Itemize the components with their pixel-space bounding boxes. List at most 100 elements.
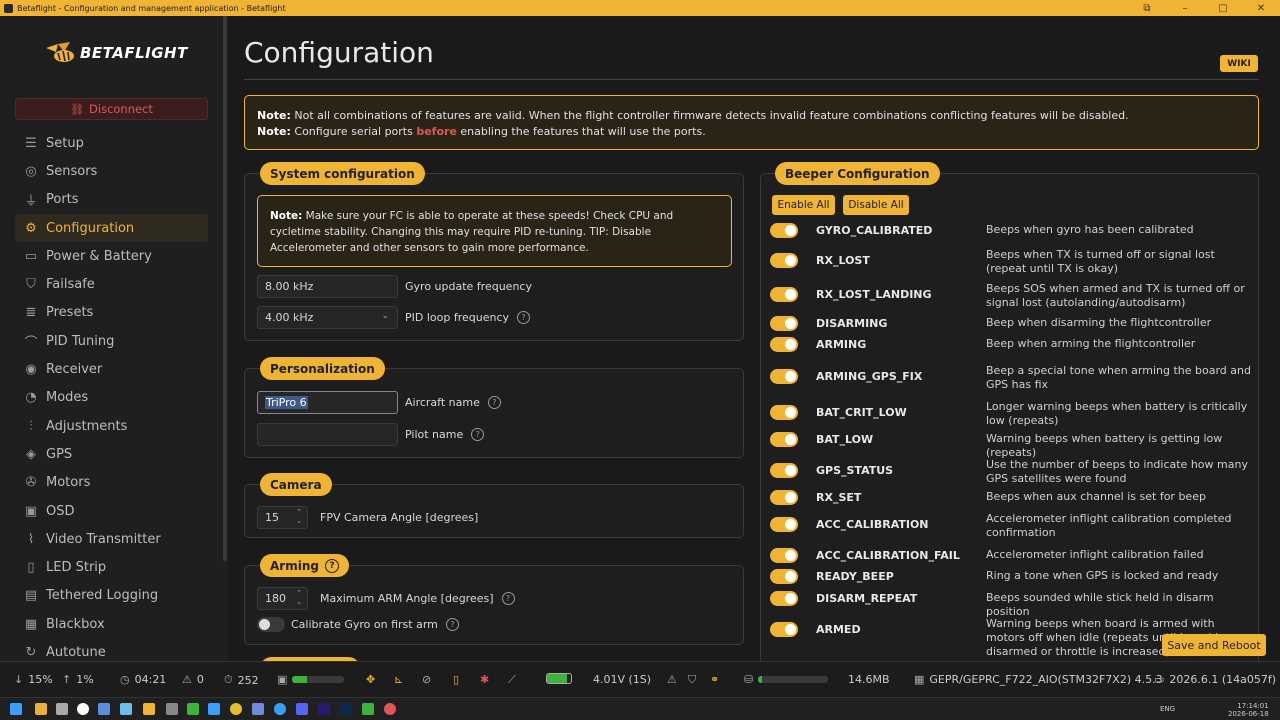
beeper-toggle[interactable] <box>770 569 798 584</box>
disable-all-button[interactable]: Disable All <box>843 195 909 215</box>
sidebar-item-led-strip[interactable]: ▯ LED Strip <box>15 553 208 581</box>
beeper-toggle[interactable] <box>770 287 798 302</box>
beeper-toggle[interactable] <box>770 316 798 331</box>
sidebar-item-presets[interactable]: ≣ Presets <box>15 299 208 327</box>
clock[interactable]: 17:14:01 2026-06-18 <box>1228 702 1269 718</box>
warning-icon: ⚠ <box>182 673 192 686</box>
sidebar-item-setup[interactable]: ☰ Setup <box>15 129 208 157</box>
beeper-toggle[interactable] <box>770 432 798 447</box>
adjustments-icon: ⫶ <box>29 418 33 434</box>
beeper-toggle[interactable] <box>770 622 798 637</box>
sidebar-scrollbar[interactable] <box>223 16 227 561</box>
os-taskbar: ENG 17:14:01 2026-06-18 <box>0 697 1280 720</box>
note-text: Not all combinations of features are val… <box>290 109 1129 122</box>
max-arm-angle-stepper[interactable]: 180 ⌃ ⌄ <box>257 587 308 610</box>
save-and-reboot-button[interactable]: Save and Reboot <box>1162 634 1266 656</box>
explorer-icon[interactable] <box>35 703 47 715</box>
sidebar-item-configuration[interactable]: ⚙ Configuration <box>15 213 208 243</box>
motor-icon: ✇ <box>25 475 37 491</box>
spinner-arrows-icon[interactable]: ⌃ ⌄ <box>296 508 302 526</box>
sidebar-item-osd[interactable]: ▣ OSD <box>15 497 208 525</box>
beeper-toggle[interactable] <box>770 463 798 478</box>
sidebar-item-sensors[interactable]: ◎ Sensors <box>15 157 208 185</box>
beeper-toggle[interactable] <box>770 253 798 268</box>
disconnect-button[interactable]: ⛓ Disconnect <box>15 98 208 120</box>
app-icon[interactable] <box>296 703 308 715</box>
logo-text: BETAFLIGHT <box>80 44 188 62</box>
help-icon[interactable]: ? <box>501 592 515 605</box>
beeper-toggle[interactable] <box>770 591 798 606</box>
app-icon[interactable] <box>208 703 220 715</box>
app-icon[interactable] <box>362 703 374 715</box>
beeper-toggle[interactable] <box>770 405 798 420</box>
logo: BETAFLIGHT <box>44 40 188 66</box>
app-icon[interactable] <box>120 703 132 715</box>
beeper-toggle[interactable] <box>770 548 798 563</box>
system-config-heading: System configuration <box>260 162 425 185</box>
arming-heading-text: Arming <box>270 558 319 573</box>
aircraft-name-label-text: Aircraft name <box>405 396 480 409</box>
sidebar-item-power-battery[interactable]: ▭ Power & Battery <box>15 242 208 270</box>
minimize-button[interactable]: – <box>1166 3 1204 14</box>
help-icon[interactable]: ? <box>517 311 531 324</box>
app-icon[interactable] <box>252 703 264 715</box>
spinner-arrows-icon[interactable]: ⌃ ⌄ <box>296 589 302 607</box>
app-icon[interactable] <box>77 703 89 715</box>
title-divider <box>244 79 1259 80</box>
calibrate-gyro-toggle[interactable] <box>257 617 285 632</box>
sidebar-item-receiver[interactable]: ◉ Receiver <box>15 355 208 383</box>
sidebar-item-ports[interactable]: ⏚ Ports <box>15 186 208 214</box>
max-arm-angle-label: Maximum ARM Angle [degrees]? <box>320 592 515 605</box>
enable-all-button[interactable]: Enable All <box>772 195 835 215</box>
sidebar-item-failsafe[interactable]: ⛉ Failsafe <box>15 270 208 298</box>
sidebar-item-autotune[interactable]: ↻ Autotune <box>15 638 208 661</box>
beeper-toggle[interactable] <box>770 517 798 532</box>
help-icon[interactable]: ? <box>487 396 501 409</box>
app-icon[interactable] <box>187 703 199 715</box>
chrome-icon[interactable] <box>230 703 242 715</box>
beeper-toggle[interactable] <box>770 369 798 384</box>
beeper-toggle[interactable] <box>770 490 798 505</box>
help-icon[interactable]: ? <box>471 428 485 441</box>
sidebar-item-tethered-logging[interactable]: ▤ Tethered Logging <box>15 582 208 610</box>
language-indicator[interactable]: ENG <box>1160 705 1175 713</box>
help-icon[interactable]: ? <box>445 618 459 631</box>
aircraft-name-input[interactable]: TriPro 6 <box>257 391 398 414</box>
firmware-value: GEPR/GEPRC_F722_AIO(STM32F7X2) 4.5.3 <box>929 673 1163 686</box>
app-icon[interactable] <box>56 703 68 715</box>
sidebar-item-motors[interactable]: ✇ Motors <box>15 469 208 497</box>
extension-button[interactable]: ⧉ <box>1128 3 1166 14</box>
premiere-icon[interactable] <box>318 703 330 715</box>
close-button[interactable]: ✕ <box>1242 3 1280 14</box>
photoshop-icon[interactable] <box>340 703 352 715</box>
sidebar-item-modes[interactable]: ◔ Modes <box>15 384 208 412</box>
help-icon[interactable]: ? <box>324 558 339 573</box>
pilot-name-input[interactable] <box>257 423 398 446</box>
sidebar-item-pid-tuning[interactable]: ⌒ PID Tuning <box>15 327 208 355</box>
beeper-name: GPS_STATUS <box>816 464 894 477</box>
wiki-button[interactable]: WIKI <box>1220 55 1258 72</box>
antenna-icon: ⌇ <box>27 531 35 547</box>
beeper-toggle[interactable] <box>770 223 798 238</box>
arrow-down-icon: ↓ <box>14 673 24 686</box>
beeper-description: Beeps SOS when armed and TX is turned of… <box>986 282 1245 309</box>
sidebar-item-gps[interactable]: ◈ GPS <box>15 440 208 468</box>
sidebar-item-adjustments[interactable]: ⫶ Adjustments <box>15 412 208 440</box>
app-icon[interactable] <box>274 703 286 715</box>
betaflight-taskbar-icon[interactable] <box>143 703 155 715</box>
gyro-frequency-field[interactable]: 8.00 kHz <box>257 275 398 298</box>
maximize-button[interactable]: ▢ <box>1204 3 1242 14</box>
cpu-icon: ▣ <box>277 673 288 686</box>
start-icon[interactable] <box>10 703 22 715</box>
app-icon[interactable] <box>98 703 110 715</box>
beeper-toggle[interactable] <box>770 337 798 352</box>
camera-angle-stepper[interactable]: 15 ⌃ ⌄ <box>257 506 308 529</box>
sidebar-item-video-transmitter[interactable]: ⌇ Video Transmitter <box>15 525 208 553</box>
app-icon[interactable] <box>384 703 396 715</box>
sidebar-item-label: Autotune <box>46 644 106 660</box>
app-icon[interactable] <box>166 703 178 715</box>
sidebar-item-blackbox[interactable]: ▦ Blackbox <box>15 610 208 638</box>
beeper-description: Longer warning beeps when battery is cri… <box>986 400 1248 427</box>
pid-loop-select[interactable]: 4.00 kHz ⌄ <box>257 306 398 329</box>
stopwatch-icon: ⏱ <box>224 673 233 686</box>
